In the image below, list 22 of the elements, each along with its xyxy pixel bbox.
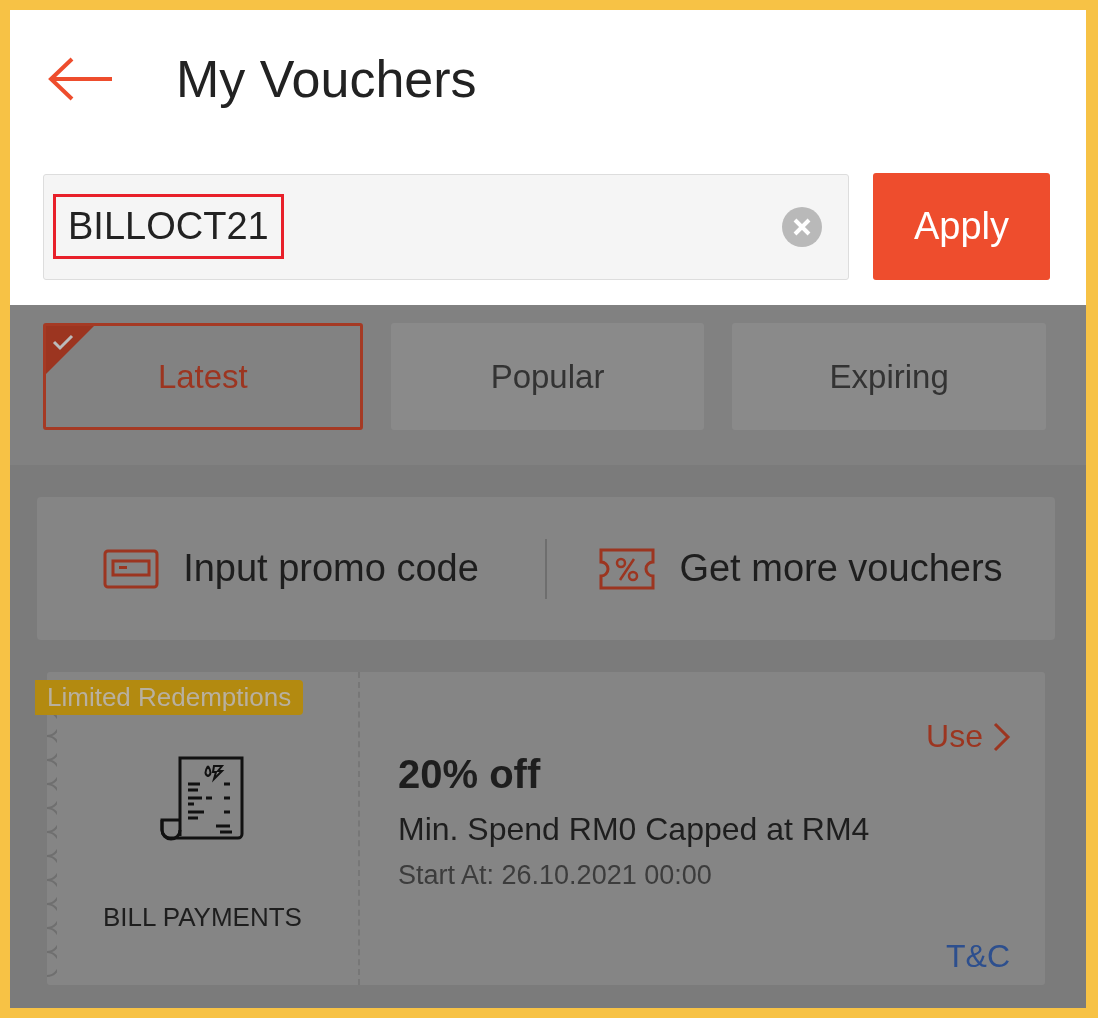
promo-code-field[interactable]: BILLOCT21 (43, 173, 849, 280)
chevron-icon (993, 721, 1011, 752)
action-link[interactable]: Get more vouchers (679, 547, 1003, 590)
voucher-title: 20% off (398, 752, 542, 797)
filter-tab[interactable]: Popular (390, 323, 705, 430)
use-link[interactable]: Use (926, 718, 1011, 755)
voucher-start-date: Start At: 26.10.2021 00:00 (398, 860, 713, 891)
page-title: My Vouchers (176, 49, 477, 109)
clear-icon[interactable] (782, 206, 822, 247)
card-icon (103, 548, 160, 589)
action-link[interactable]: Input promo code (183, 547, 479, 590)
apply-button[interactable]: Apply (873, 173, 1050, 280)
back-arrow-icon[interactable] (48, 57, 114, 101)
category-label: BILL PAYMENTS (103, 902, 302, 933)
filter-tab[interactable]: Expiring (732, 323, 1046, 430)
filter-tab[interactable]: Latest (43, 323, 363, 430)
code-value: BILLOCT21 (56, 197, 281, 256)
voucher-condition: Min. Spend RM0 Capped at RM4 (398, 811, 871, 848)
percent-ticket-icon (599, 547, 656, 590)
terms-link[interactable]: T&C (946, 938, 1010, 975)
check-corner-icon (46, 326, 94, 374)
limited-badge: Limited Redemptions (35, 680, 304, 715)
